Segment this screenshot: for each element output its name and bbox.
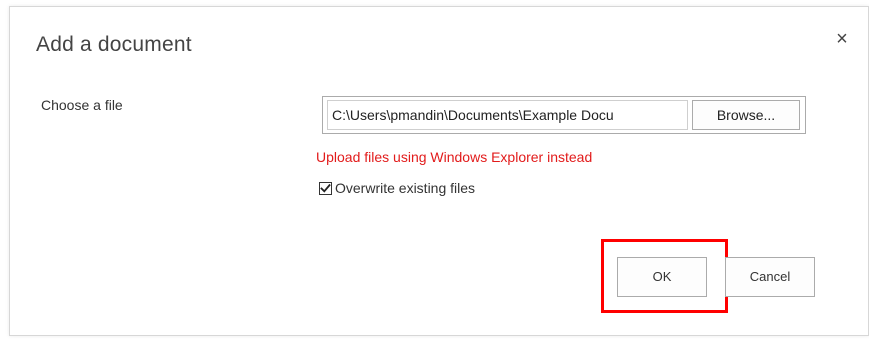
close-button[interactable]: ×	[832, 29, 852, 49]
screen: Add a document × Choose a file C:\Users\…	[0, 0, 869, 339]
overwrite-checkbox[interactable]	[319, 181, 332, 195]
choose-file-label: Choose a file	[41, 97, 123, 113]
ok-button[interactable]: OK	[617, 257, 707, 297]
browse-button[interactable]: Browse...	[692, 100, 800, 130]
close-icon: ×	[836, 28, 848, 50]
checkmark-icon	[320, 183, 331, 193]
cancel-button[interactable]: Cancel	[725, 257, 815, 297]
add-document-dialog: Add a document × Choose a file C:\Users\…	[9, 6, 869, 336]
overwrite-label: Overwrite existing files	[335, 180, 476, 196]
file-picker: C:\Users\pmandin\Documents\Example Docu …	[322, 96, 806, 134]
overwrite-option: Overwrite existing files	[319, 179, 475, 197]
page-backdrop	[0, 0, 8, 339]
upload-with-explorer-link[interactable]: Upload files using Windows Explorer inst…	[316, 149, 592, 165]
file-path-input[interactable]: C:\Users\pmandin\Documents\Example Docu	[327, 100, 688, 130]
dialog-title: Add a document	[36, 33, 192, 56]
